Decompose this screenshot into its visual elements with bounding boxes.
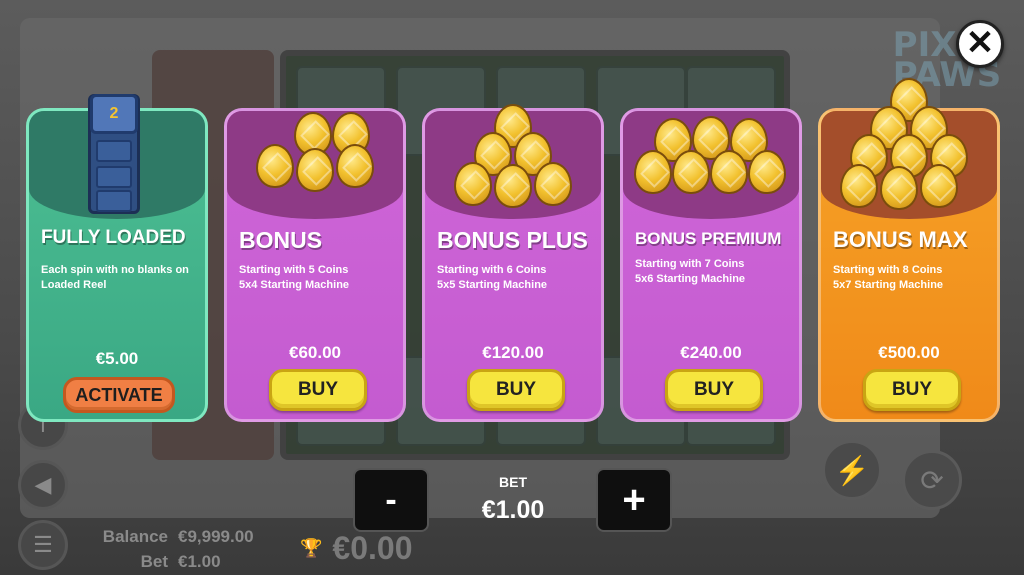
balance-panel: Balance €9,999.00 Bet €1.00: [94, 524, 254, 574]
card-price: €5.00: [95, 349, 139, 368]
card-description: Each spin with no blanks on Loaded Reel: [41, 263, 197, 293]
win-value: €0.00: [332, 530, 413, 566]
card-title: FULLY LOADED: [41, 227, 186, 248]
card-price: €60.00: [289, 343, 341, 362]
desc-line: Starting with 5 Coins: [239, 264, 349, 276]
trophy-icon: 🏆: [300, 538, 323, 558]
desc-line: 5x4 Starting Machine: [239, 279, 350, 291]
card-bonus: BONUS Starting with 5 Coins 5x4 Starting…: [224, 108, 406, 422]
card-title: BONUS PLUS: [437, 227, 588, 253]
card-description: Starting with 7 Coins 5x6 Starting Machi…: [635, 257, 791, 287]
desc-line: 5x5 Starting Machine: [437, 279, 548, 291]
bet-footer-label: Bet: [140, 552, 168, 571]
card-description: Starting with 8 Coins 5x7 Starting Machi…: [833, 263, 989, 293]
speaker-icon: ◀: [34, 472, 52, 497]
desc-line: Starting with 8 Coins: [833, 264, 943, 276]
balance-value: €9,999.00: [178, 527, 254, 546]
card-fully-loaded: FULLY LOADED Each spin with no blanks on…: [26, 94, 208, 422]
card-description: Starting with 6 Coins 5x5 Starting Machi…: [437, 263, 593, 293]
card-price: €500.00: [878, 343, 940, 362]
desc-line: 5x6 Starting Machine: [635, 273, 746, 285]
refresh-icon: ⟳: [920, 464, 944, 496]
card-title: BONUS MAX: [833, 227, 968, 252]
card-body: BONUS PLUS Starting with 6 Coins 5x5 Sta…: [422, 108, 604, 422]
menu-button[interactable]: ☰: [18, 520, 68, 570]
bet-value: €1.00: [481, 496, 545, 524]
desc-line: Each spin with no blanks on: [41, 264, 189, 276]
turbo-button[interactable]: ⚡: [822, 440, 882, 500]
minus-icon: -: [385, 480, 397, 519]
desc-line: 5x7 Starting Machine: [833, 279, 944, 291]
bet-label: BET: [499, 474, 527, 490]
card-bonus-plus: BONUS PLUS Starting with 6 Coins 5x5 Sta…: [422, 104, 604, 422]
buy-button[interactable]: BUY: [665, 369, 763, 411]
sound-button[interactable]: ◀: [18, 460, 68, 510]
plus-icon: +: [622, 477, 646, 522]
card-title: BONUS: [239, 227, 323, 253]
card-price: €240.00: [680, 343, 742, 362]
close-icon: ✕: [965, 24, 995, 62]
multiplier-badge-icon: 2: [90, 94, 138, 134]
card-bonus-max: BONUS MAX Starting with 8 Coins 5x7 Star…: [818, 78, 1000, 422]
win-display: 🏆 €0.00: [300, 530, 413, 567]
buy-button[interactable]: BUY: [863, 369, 961, 411]
tower-badge-text: 2: [109, 105, 119, 122]
bet-decrease-button[interactable]: -: [353, 468, 429, 532]
buy-button[interactable]: BUY: [467, 369, 565, 411]
autoplay-button[interactable]: ⟳: [902, 450, 962, 510]
close-button[interactable]: ✕: [956, 20, 1004, 68]
tower-segment: [96, 190, 132, 212]
lightning-icon: ⚡: [834, 454, 870, 486]
bet-increase-button[interactable]: +: [596, 468, 672, 532]
bet-footer-value: €1.00: [178, 552, 221, 571]
card-bonus-premium: BONUS PREMIUM Starting with 7 Coins 5x6 …: [620, 108, 802, 422]
menu-icon: ☰: [33, 532, 53, 557]
buy-button[interactable]: BUY: [269, 369, 367, 411]
balance-label: Balance: [102, 527, 168, 546]
desc-line: Starting with 7 Coins: [635, 258, 745, 270]
card-title: BONUS PREMIUM: [635, 229, 782, 248]
tower-segment: [96, 140, 132, 162]
desc-line: Loaded Reel: [41, 279, 107, 291]
card-description: Starting with 5 Coins 5x4 Starting Machi…: [239, 263, 395, 293]
activate-button[interactable]: ACTIVATE: [63, 377, 175, 413]
tower-segment: [96, 166, 132, 188]
desc-line: Starting with 6 Coins: [437, 264, 547, 276]
card-price: €120.00: [482, 343, 544, 362]
